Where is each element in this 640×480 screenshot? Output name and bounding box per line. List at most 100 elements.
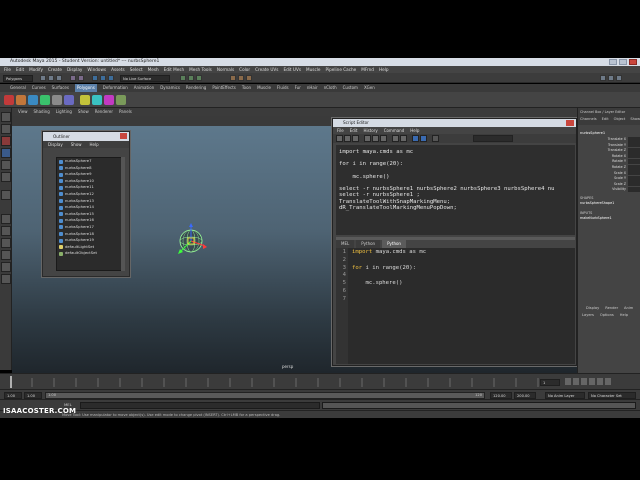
select-tool-icon[interactable] <box>1 112 11 122</box>
save-script-icon[interactable] <box>352 135 359 142</box>
channel-box-input-name[interactable]: makeNurbSphere1 <box>580 216 612 220</box>
echo-commands-icon[interactable] <box>392 135 399 142</box>
layer-tab-render[interactable]: Render <box>605 306 618 310</box>
time-slider[interactable]: 1 <box>0 373 640 389</box>
outliner-item[interactable]: nurbsSphere17 <box>57 224 123 231</box>
line-numbers-icon[interactable] <box>400 135 407 142</box>
channel-attr-value[interactable] <box>628 164 640 170</box>
layout-custom-icon[interactable] <box>1 274 11 284</box>
outliner-item[interactable]: nurbsSphere7 <box>57 158 123 165</box>
shelf-tab-painteffects[interactable]: PaintEffects <box>212 84 236 92</box>
script-editor-titlebar[interactable]: Script Editor <box>333 119 576 127</box>
clear-input-icon[interactable] <box>372 135 379 142</box>
layout-persp-outliner-icon[interactable] <box>1 238 11 248</box>
outliner-menu-show[interactable]: Show <box>71 141 82 148</box>
menu-item-create[interactable]: Create <box>48 66 62 73</box>
viewport-menu-renderer[interactable]: Renderer <box>95 108 113 116</box>
render-icon[interactable] <box>230 75 236 81</box>
range-bar[interactable]: 1.00 120 <box>45 392 485 399</box>
script-search-field[interactable] <box>473 135 513 142</box>
shelf-merge-icon[interactable] <box>104 95 114 105</box>
snap-point-icon[interactable] <box>196 75 202 81</box>
channel-attr-name[interactable]: Translate Z <box>594 148 626 152</box>
shelf-tab-toon[interactable]: Toon <box>242 84 251 92</box>
shelf-tab-curves[interactable]: Curves <box>32 84 46 92</box>
shelf-cube-icon[interactable] <box>16 95 26 105</box>
channel-attr-value[interactable] <box>628 181 640 187</box>
panel-toggle-3-icon[interactable] <box>616 75 622 81</box>
outliner-list[interactable]: nurbsSphere7 nurbsSphere8 nurbsSphere9 nurb… <box>56 157 124 271</box>
playback-start-field[interactable]: 1.00 <box>24 392 42 399</box>
go-to-end-icon[interactable] <box>605 378 611 385</box>
menu-item-assets[interactable]: Assets <box>111 66 125 73</box>
shelf-tab-fur[interactable]: Fur <box>295 84 301 92</box>
panel-toggle-2-icon[interactable] <box>608 75 614 81</box>
last-tool-icon[interactable] <box>1 190 11 200</box>
outliner-item[interactable]: nurbsSphere9 <box>57 171 123 178</box>
channel-attr-value[interactable] <box>628 142 640 148</box>
select-hierarchy-icon[interactable] <box>92 75 98 81</box>
script-tab-python[interactable]: Python <box>382 240 406 248</box>
channel-attr-value[interactable] <box>628 170 640 176</box>
shelf-torus-icon[interactable] <box>64 95 74 105</box>
select-object-icon[interactable] <box>100 75 106 81</box>
maximize-button[interactable] <box>619 59 627 65</box>
viewport-menu-panels[interactable]: Panels <box>119 108 132 116</box>
channel-attr-name[interactable]: Translate Y <box>594 143 626 147</box>
script-menu-help[interactable]: Help <box>410 127 419 134</box>
snap-curve-icon[interactable] <box>188 75 194 81</box>
snap-grid-icon[interactable] <box>180 75 186 81</box>
shelf-cone-icon[interactable] <box>40 95 50 105</box>
shelf-tab-deformation[interactable]: Deformation <box>103 84 128 92</box>
step-back-icon[interactable] <box>573 378 579 385</box>
undo-icon[interactable] <box>70 75 76 81</box>
shelf-plane-icon[interactable] <box>52 95 62 105</box>
channel-attr-value[interactable] <box>628 136 640 142</box>
outliner-titlebar[interactable]: Outliner <box>43 132 129 141</box>
script-editor-window[interactable]: Script Editor File Edit History Command Help… <box>332 118 577 366</box>
anim-end-field[interactable]: 200.00 <box>514 392 536 399</box>
channel-box-menu-channels[interactable]: Channels <box>580 117 597 121</box>
menu-item-select[interactable]: Select <box>130 66 143 73</box>
new-scene-icon[interactable] <box>40 75 46 81</box>
menu-item-mesh-tools[interactable]: Mesh Tools <box>189 66 212 73</box>
outliner-item[interactable]: nurbsSphere14 <box>57 204 123 211</box>
menu-item-normals[interactable]: Normals <box>217 66 234 73</box>
redo-icon[interactable] <box>78 75 84 81</box>
menu-item-edit-uvs[interactable]: Edit UVs <box>283 66 301 73</box>
channel-attr-name[interactable]: Visibility <box>594 187 626 191</box>
layer-tab-display[interactable]: Display <box>586 306 599 310</box>
command-input[interactable] <box>80 402 320 409</box>
shelf-tab-surfaces[interactable]: Surfaces <box>52 84 69 92</box>
layer-tab-anim[interactable]: Anim <box>624 306 633 310</box>
channel-box-menu-show[interactable]: Show <box>630 117 640 121</box>
shelf-cylinder-icon[interactable] <box>28 95 38 105</box>
show-help-icon[interactable] <box>432 135 439 142</box>
layer-menu-layers[interactable]: Layers <box>582 313 594 317</box>
layout-four-icon[interactable] <box>1 226 11 236</box>
channel-attr-name[interactable]: Scale Y <box>594 176 626 180</box>
script-menu-file[interactable]: File <box>337 127 344 134</box>
shelf-tab-nhair[interactable]: nHair <box>307 84 318 92</box>
viewport-menu-show[interactable]: Show <box>78 108 89 116</box>
rotate-tool-icon[interactable] <box>1 160 11 170</box>
play-back-icon[interactable] <box>581 378 587 385</box>
open-scene-icon[interactable] <box>48 75 54 81</box>
menu-item-windows[interactable]: Windows <box>87 66 106 73</box>
channel-attr-name[interactable]: Scale Z <box>594 182 626 186</box>
outliner-menu-help[interactable]: Help <box>90 141 99 148</box>
layer-menu-help[interactable]: Help <box>620 313 628 317</box>
clear-all-icon[interactable] <box>380 135 387 142</box>
play-forward-icon[interactable] <box>589 378 595 385</box>
shelf-tab-custom[interactable]: Custom <box>343 84 358 92</box>
menu-item-modify[interactable]: Modify <box>29 66 43 73</box>
menu-item-file[interactable]: File <box>4 66 11 73</box>
shelf-tab-xgen[interactable]: XGen <box>364 84 375 92</box>
shelf-tab-polygons[interactable]: Polygons <box>74 84 97 92</box>
viewport-menu-lighting[interactable]: Lighting <box>56 108 72 116</box>
nurbs-sphere-object[interactable] <box>172 222 210 260</box>
channel-attr-name[interactable]: Rotate X <box>594 154 626 158</box>
shelf-sphere-icon[interactable] <box>4 95 14 105</box>
channel-attr-name[interactable]: Rotate Y <box>594 159 626 163</box>
save-scene-icon[interactable] <box>56 75 62 81</box>
